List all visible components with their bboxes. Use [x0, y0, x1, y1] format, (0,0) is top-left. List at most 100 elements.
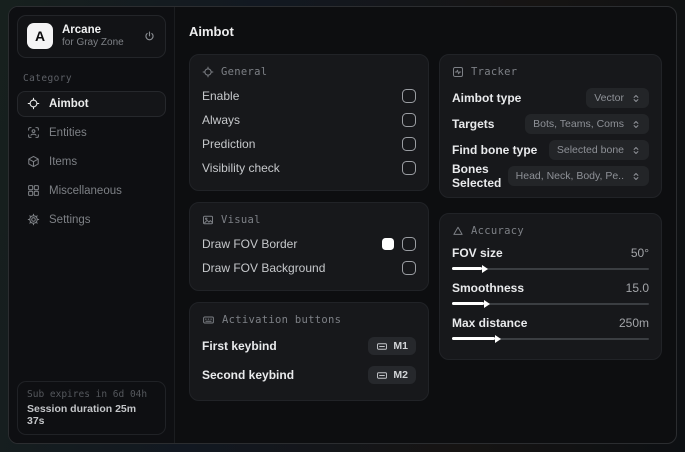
activity-icon	[452, 66, 464, 78]
keybind-row-first: First keybind M1	[202, 332, 416, 360]
aimbot-type-dropdown[interactable]: Vector	[586, 88, 649, 108]
brand-subtitle: for Gray Zone	[62, 37, 124, 49]
tracker-card: Tracker Aimbot type Vector Targets Bots,…	[439, 54, 662, 198]
session-duration: Session duration 25m 37s	[27, 403, 137, 427]
fov-border-checkbox[interactable]	[402, 236, 416, 251]
select-label: Targets	[452, 117, 495, 131]
keybind-label: Second keybind	[202, 368, 295, 382]
color-swatch[interactable]	[382, 237, 394, 250]
select-row-targets: Targets Bots, Teams, Coms	[452, 114, 649, 134]
toggle-label: Prediction	[202, 136, 256, 151]
max-distance-slider[interactable]	[452, 334, 649, 343]
sidebar-item-label: Aimbot	[49, 97, 89, 110]
enable-checkbox[interactable]	[402, 88, 416, 103]
toggle-row-fov-background: Draw FOV Background	[202, 256, 416, 279]
dropdown-value: Head, Neck, Body, Pe..	[515, 170, 624, 182]
second-keybind-button[interactable]: M2	[368, 366, 416, 384]
toggle-row-fov-border: Draw FOV Border	[202, 232, 416, 255]
keybind-value: M2	[393, 369, 408, 381]
bones-selected-dropdown[interactable]: Head, Neck, Body, Pe..	[507, 166, 649, 186]
visibility-check-checkbox[interactable]	[402, 160, 416, 175]
dropdown-value: Vector	[594, 92, 624, 104]
select-label: Aimbot type	[452, 91, 522, 105]
select-row-find-bone-type: Find bone type Selected bone	[452, 140, 649, 160]
brand-name: Arcane	[62, 24, 101, 36]
category-label: Category	[23, 72, 72, 84]
sidebar-item-label: Entities	[49, 126, 87, 139]
keybind-row-second: Second keybind M2	[202, 361, 416, 389]
visual-card: Visual Draw FOV Border Draw FOV Backgrou…	[189, 202, 429, 291]
smoothness-slider[interactable]	[452, 299, 649, 308]
visual-card-header: Visual	[202, 214, 416, 226]
select-row-bones-selected: Bones Selected Head, Neck, Body, Pe..	[452, 162, 649, 190]
first-keybind-button[interactable]: M1	[368, 337, 416, 355]
power-icon[interactable]	[143, 30, 156, 43]
activation-card: Activation buttons First keybind M1 Seco…	[189, 302, 429, 401]
gear-icon	[27, 213, 40, 226]
subscription-expiry: Sub expires in 6d 04h	[27, 389, 148, 400]
slider-thumb[interactable]	[452, 267, 482, 270]
keyboard-icon	[376, 341, 388, 352]
sidebar: A Arcane for Gray Zone Category Aimbot E…	[9, 7, 175, 443]
accuracy-card-header: Accuracy	[452, 225, 649, 237]
chevron-up-down-icon	[631, 119, 641, 130]
sidebar-item-items[interactable]: Items	[17, 149, 166, 175]
sidebar-item-label: Miscellaneous	[49, 184, 122, 197]
select-label: Find bone type	[452, 143, 538, 157]
general-card-header: General	[202, 66, 416, 78]
page-title: Aimbot	[189, 24, 234, 39]
fov-size-slider[interactable]	[452, 264, 649, 273]
image-icon	[202, 214, 214, 226]
crosshair-icon	[202, 66, 214, 78]
triangle-icon	[452, 225, 464, 237]
brand-card: A Arcane for Gray Zone	[17, 15, 166, 58]
slider-label: Smoothness	[452, 280, 525, 295]
sidebar-item-entities[interactable]: Entities	[17, 120, 166, 146]
targets-dropdown[interactable]: Bots, Teams, Coms	[525, 114, 649, 134]
slider-thumb[interactable]	[452, 302, 484, 305]
main-panel: Aimbot General Enable Always Prediction …	[175, 7, 676, 443]
keyboard-icon	[376, 370, 388, 381]
chevron-up-down-icon	[631, 171, 641, 182]
slider-value: 250m	[618, 315, 649, 330]
select-row-aimbot-type: Aimbot type Vector	[452, 88, 649, 108]
toggle-label: Always	[202, 112, 241, 127]
box-icon	[27, 155, 40, 168]
keybind-label: First keybind	[202, 339, 277, 353]
toggle-label: Draw FOV Background	[202, 260, 326, 275]
keybind-value: M1	[393, 340, 408, 352]
toggle-row-prediction: Prediction	[202, 132, 416, 155]
fov-background-checkbox[interactable]	[402, 260, 416, 275]
toggle-row-visibility-check: Visibility check	[202, 156, 416, 179]
brand-text: Arcane for Gray Zone	[62, 23, 124, 50]
chevron-up-down-icon	[631, 145, 641, 156]
slider-row-max-distance: Max distance 250m	[452, 313, 649, 343]
sidebar-item-miscellaneous[interactable]: Miscellaneous	[17, 178, 166, 204]
always-checkbox[interactable]	[402, 112, 416, 127]
slider-value: 50°	[630, 245, 649, 260]
slider-value: 15.0	[625, 280, 649, 295]
accuracy-card: Accuracy FOV size 50° Smoothness 15.0 Ma…	[439, 213, 662, 360]
keyboard-icon	[202, 314, 215, 326]
slider-row-fov-size: FOV size 50°	[452, 243, 649, 273]
slider-row-smoothness: Smoothness 15.0	[452, 278, 649, 308]
toggle-row-enable: Enable	[202, 84, 416, 107]
slider-thumb[interactable]	[452, 337, 496, 340]
sidebar-item-aimbot[interactable]: Aimbot	[17, 90, 166, 117]
card-title: Visual	[221, 214, 261, 226]
find-bone-type-dropdown[interactable]: Selected bone	[548, 140, 649, 160]
toggle-label: Draw FOV Border	[202, 236, 298, 251]
app-window: A Arcane for Gray Zone Category Aimbot E…	[8, 6, 677, 444]
toggle-label: Visibility check	[202, 160, 280, 175]
sidebar-item-settings[interactable]: Settings	[17, 207, 166, 233]
card-title: Tracker	[471, 66, 518, 78]
card-title: Activation buttons	[222, 314, 342, 326]
prediction-checkbox[interactable]	[402, 136, 416, 151]
sidebar-item-label: Items	[49, 155, 78, 168]
chevron-up-down-icon	[631, 93, 641, 104]
slider-label: Max distance	[452, 315, 528, 330]
sidebar-nav: Aimbot Entities Items Miscellaneous Sett…	[17, 90, 166, 233]
crosshair-icon	[27, 97, 40, 110]
person-scan-icon	[27, 126, 40, 139]
grid-icon	[27, 184, 40, 197]
